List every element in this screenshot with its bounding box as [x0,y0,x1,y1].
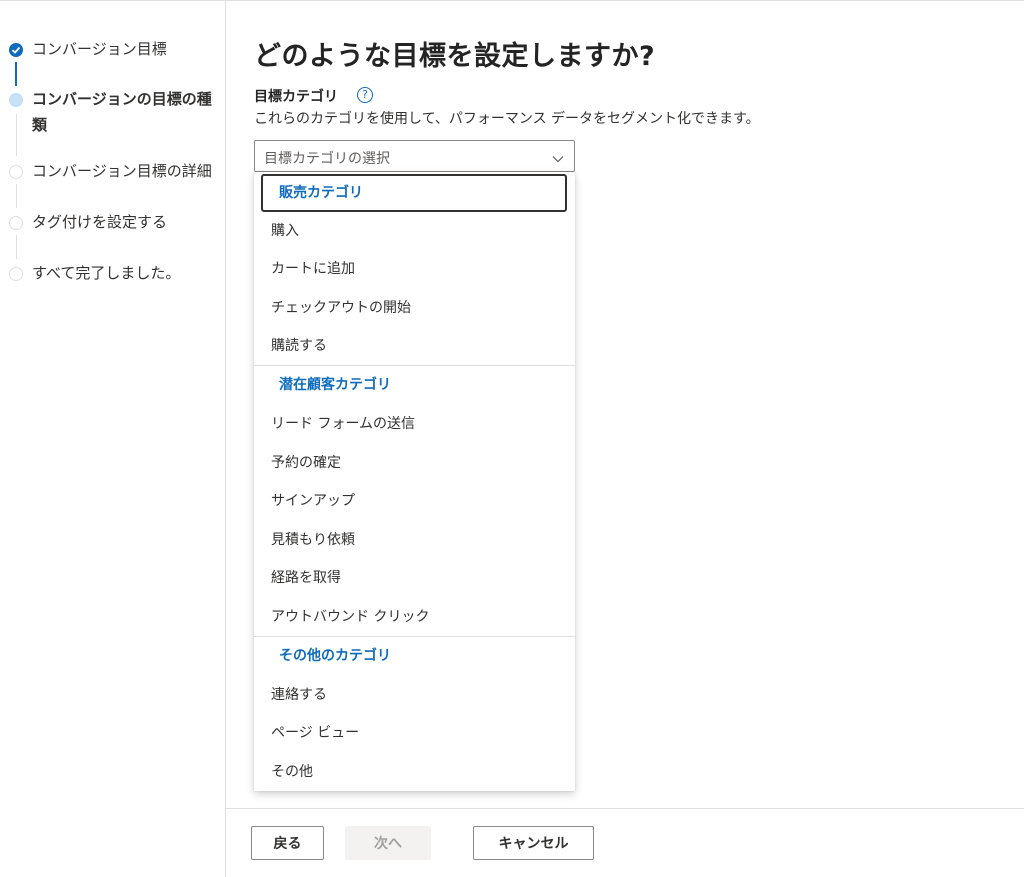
wizard-steps: コンバージョン目標 コンバージョンの目標の種類 コンバージョン目標の詳細 タグ付… [0,0,226,877]
page-title: どのような目標を設定しますか? [254,41,656,72]
goal-category-select[interactable]: 目標カテゴリの選択 [254,140,575,172]
goal-category-dropdown: 販売カテゴリ 購入 カートに追加 チェックアウトの開始 購読する 潜在顧客カテゴ… [254,172,575,791]
current-step-dot-icon [9,93,23,107]
goal-category-label: 目標カテゴリ [254,89,338,105]
step-label: コンバージョンの目標の種類 [32,90,212,134]
step-conversion-goal-details[interactable]: コンバージョン目標の詳細 [0,158,222,184]
back-button[interactable]: 戻る [251,826,324,860]
option-group-header: 潜在顧客カテゴリ [279,377,391,393]
option-group-header: その他のカテゴリ [279,648,391,664]
footer-divider [226,808,1024,809]
dropdown-option[interactable]: 購読する [254,327,575,365]
step-label: タグ付けを設定する [32,213,168,231]
select-placeholder: 目標カテゴリの選択 [264,151,390,167]
chevron-down-icon [552,150,564,169]
dropdown-option[interactable]: チェックアウトの開始 [254,289,575,327]
empty-circle-icon [9,165,23,179]
step-label: コンバージョン目標の詳細 [32,162,212,180]
step-all-done[interactable]: すべて完了しました。 [0,260,222,286]
dropdown-option[interactable]: サインアップ [254,482,575,520]
dropdown-option[interactable]: カートに追加 [254,250,575,288]
check-circle-icon [9,43,23,57]
step-connector [16,184,17,208]
dropdown-option[interactable]: 予約の確定 [254,444,575,482]
dropdown-option[interactable]: 経路を取得 [254,559,575,597]
dropdown-option[interactable]: ページ ビュー [254,714,575,752]
step-connector [15,62,17,86]
step-label: すべて完了しました。 [32,264,181,282]
empty-circle-icon [9,216,23,230]
next-button[interactable]: 次へ [345,826,431,860]
step-connector [16,235,17,259]
step-conversion-goal[interactable]: コンバージョン目標 [0,36,222,62]
dropdown-option[interactable]: その他 [254,753,575,791]
option-group-header[interactable]: 販売カテゴリ [261,174,567,212]
dropdown-option[interactable]: 連絡する [254,676,575,714]
step-conversion-goal-type[interactable]: コンバージョンの目標の種類 [0,86,222,138]
dropdown-option[interactable]: 見積もり依頼 [254,521,575,559]
goal-category-description: これらのカテゴリを使用して、パフォーマンス データをセグメント化できます。 [254,111,760,127]
cancel-button[interactable]: キャンセル [473,826,594,860]
help-icon[interactable]: ? [357,87,373,103]
dropdown-option[interactable]: アウトバウンド クリック [254,598,575,636]
step-setup-tagging[interactable]: タグ付けを設定する [0,209,222,235]
dropdown-option[interactable]: リード フォームの送信 [254,405,575,443]
empty-circle-icon [9,267,23,281]
step-label: コンバージョン目標 [32,40,167,58]
dropdown-option[interactable]: 購入 [254,212,575,250]
